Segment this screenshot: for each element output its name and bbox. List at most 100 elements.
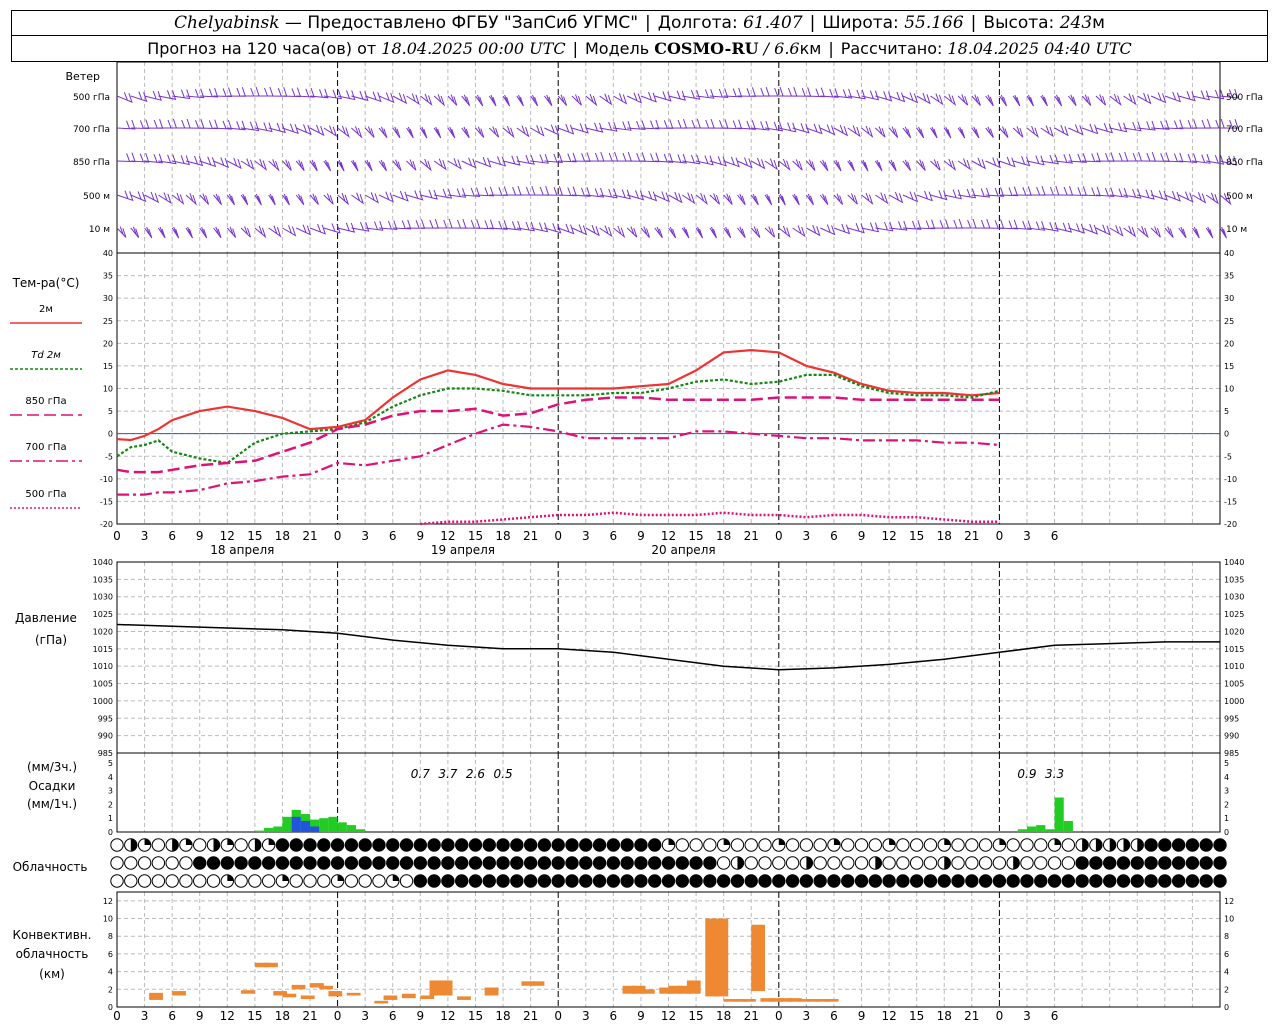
wind-barb — [116, 152, 136, 163]
cloud-cover-symbol — [579, 838, 593, 852]
cloud-cover-symbol — [1144, 838, 1158, 852]
convective-bar — [241, 990, 255, 994]
rain-bar — [1036, 825, 1046, 832]
cloud-cover-symbol — [978, 874, 993, 888]
convective-bar — [328, 991, 343, 997]
wind-barb — [943, 126, 952, 139]
y-tick-label-left: 1 — [108, 814, 113, 823]
wind-barb — [268, 193, 276, 206]
y-tick-label-right: 35 — [1224, 272, 1234, 281]
convective-bar — [742, 999, 756, 1002]
cloud-cover-symbol — [841, 874, 855, 888]
wind-barb — [654, 226, 663, 239]
cloud-cover-symbol — [1047, 856, 1062, 870]
wind-barb — [144, 226, 153, 239]
cloud-cover-symbol — [978, 856, 993, 870]
wind-barb — [420, 158, 432, 172]
cloud-cover-quarter — [227, 839, 234, 845]
cloud-cover-symbol — [303, 856, 317, 870]
y-tick-label-right: 3 — [1224, 787, 1229, 796]
convective-title-2: облачность — [16, 947, 89, 961]
cloud-cover-symbol — [592, 856, 607, 870]
cloud-cover-symbol — [648, 874, 662, 888]
cloud-cover-symbol — [909, 856, 924, 870]
wind-barb — [475, 94, 484, 107]
cloud-cover-symbol — [648, 856, 662, 870]
precip-unit-3h: (мм/3ч.) — [27, 760, 77, 774]
cloud-cover-symbol — [661, 856, 676, 870]
cloud-cover-symbol — [1020, 856, 1034, 870]
convective-bar — [149, 992, 163, 1000]
wind-barb — [819, 124, 836, 136]
y-tick-label-left: -15 — [100, 497, 113, 506]
convective-bar — [484, 987, 499, 996]
wind-barb — [971, 187, 991, 198]
y-tick-label-left: 1030 — [93, 593, 113, 602]
wind-barb — [227, 157, 242, 170]
cloud-cover-symbol — [799, 838, 814, 852]
wind-barb — [295, 159, 305, 172]
cloud-cover-symbol — [537, 838, 552, 852]
wind-barb — [350, 159, 359, 172]
convective-bar — [374, 1000, 389, 1004]
wind-barb — [226, 193, 235, 206]
cloud-cover-symbol — [1020, 838, 1034, 852]
cloud-cover-quarter — [282, 875, 289, 881]
x-tick-label: 0 — [334, 1009, 342, 1023]
wind-barb — [985, 126, 994, 139]
wind-barb — [847, 193, 858, 205]
y-tick-label-left: 0 — [108, 430, 113, 439]
wind-barb — [957, 126, 966, 139]
cloud-cover-symbol — [579, 874, 593, 888]
cloud-cover-symbol — [289, 874, 303, 888]
wind-barb — [364, 192, 379, 204]
wind-barb — [833, 124, 849, 137]
wind-barb — [406, 93, 420, 105]
wind-barb — [406, 159, 417, 171]
cloud-cover-quarter — [999, 839, 1006, 845]
wind-barb — [1095, 224, 1111, 236]
wind-barb — [737, 226, 746, 239]
cloud-cover-symbol — [399, 874, 414, 888]
cloud-cover-symbol — [523, 874, 538, 888]
y-tick-label-right: 30 — [1224, 294, 1234, 303]
x-tick-label: 6 — [168, 1009, 176, 1023]
x-tick-label: 18 — [716, 529, 731, 543]
y-tick-label-right: 995 — [1224, 714, 1239, 723]
pressure-unit: (гПа) — [35, 633, 67, 647]
wind-barb — [1109, 93, 1122, 107]
wind-barb — [337, 222, 356, 233]
cloud-cover-symbol — [303, 838, 317, 852]
wind-barb — [847, 159, 855, 172]
wind-barb — [750, 157, 766, 170]
wind-barb — [116, 190, 134, 202]
x-tick-label: 21 — [302, 529, 317, 543]
wind-barb — [833, 223, 851, 235]
cloud-cover-symbol — [813, 856, 827, 870]
cloud-cover-symbol — [1158, 874, 1172, 888]
cloud-cover-symbol — [951, 856, 965, 870]
wind-barb — [240, 226, 251, 238]
wind-barb — [847, 125, 861, 138]
cloud-cover-symbol — [675, 874, 689, 888]
cloud-cover-symbol — [427, 874, 441, 888]
x-tick-label: 18 — [275, 529, 290, 543]
cloud-cover-symbol — [124, 874, 138, 888]
series-line-4 — [420, 511, 1000, 526]
wind-barb — [378, 92, 395, 104]
cloud-cover-symbol — [772, 856, 786, 870]
wind-barb — [943, 158, 957, 172]
cloud-cover-symbol — [137, 856, 152, 870]
x-tick-label: 12 — [220, 1009, 235, 1023]
y-tick-label-right: 6 — [1224, 950, 1229, 959]
wind-barb — [585, 93, 598, 107]
cloud-cover-symbol — [510, 838, 524, 852]
rain-bar — [282, 816, 292, 832]
cloud-cover-symbol — [689, 856, 703, 870]
wind-barb — [1040, 125, 1054, 138]
x-tick-label: 0 — [334, 529, 342, 543]
wind-barb — [1012, 126, 1024, 138]
cloud-cover-symbol — [1034, 838, 1048, 852]
y-tick-label-right: 25 — [1224, 317, 1234, 326]
wind-barb — [254, 158, 268, 171]
